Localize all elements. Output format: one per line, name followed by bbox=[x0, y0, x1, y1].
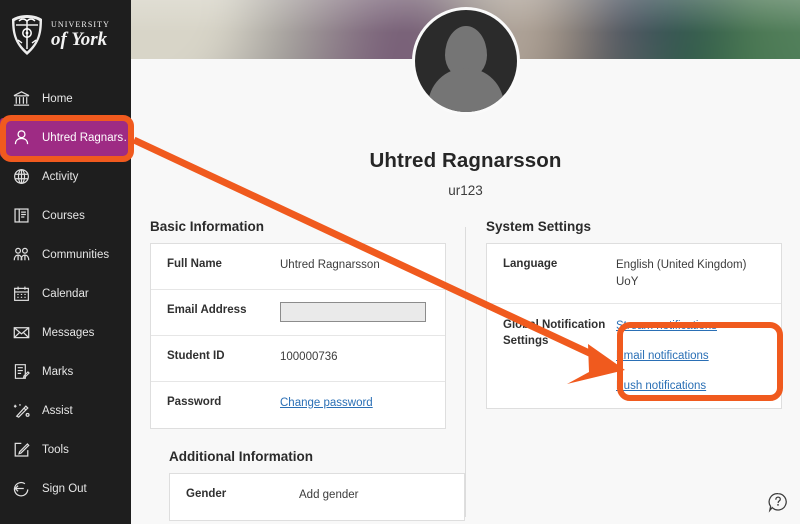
globe-icon bbox=[11, 166, 32, 187]
sidebar-item-label: Sign Out bbox=[42, 482, 87, 495]
row-label: Password bbox=[167, 396, 222, 408]
sidebar-item-label: Activity bbox=[42, 170, 79, 183]
sidebar-item-profile[interactable]: Uhtred Ragnars… bbox=[0, 118, 135, 157]
sidebar-item-label: Messages bbox=[42, 326, 95, 339]
sidebar-item-courses[interactable]: Courses bbox=[0, 196, 131, 235]
additional-information-heading: Additional Information bbox=[169, 449, 313, 464]
sidebar: UNIVERSITY of York Home Uhtred Ragnars… … bbox=[0, 0, 135, 524]
row-value[interactable]: Add gender bbox=[299, 487, 464, 504]
sidebar-item-label: Calendar bbox=[42, 287, 89, 300]
help-button[interactable] bbox=[767, 491, 789, 513]
row-label: Full Name bbox=[167, 258, 222, 270]
basic-information-card: Full Name Uhtred Ragnarsson Email Addres… bbox=[150, 243, 446, 429]
row-value: Uhtred Ragnarsson bbox=[280, 259, 380, 271]
additional-information-section: Additional Information Gender Add gender bbox=[169, 449, 465, 521]
row-label: Global Notification Settings bbox=[503, 319, 606, 347]
table-row: Language English (United Kingdom) UoY bbox=[487, 244, 781, 305]
sidebar-item-label: Uhtred Ragnars… bbox=[42, 131, 135, 144]
sidebar-item-communities[interactable]: Communities bbox=[0, 235, 131, 274]
sidebar-item-label: Communities bbox=[42, 248, 110, 261]
page-root: UNIVERSITY of York Home Uhtred Ragnars… … bbox=[0, 0, 800, 524]
table-row: Email Address bbox=[151, 290, 445, 336]
help-question-bubble-icon bbox=[768, 492, 787, 513]
table-row: Global Notification Settings Stream noti… bbox=[487, 304, 781, 408]
basic-information-column: Basic Information Full Name Uhtred Ragna… bbox=[150, 219, 465, 521]
row-value bbox=[280, 302, 445, 322]
basic-information-heading: Basic Information bbox=[150, 219, 265, 234]
default-avatar-icon bbox=[415, 10, 517, 112]
sidebar-item-label: Courses bbox=[42, 209, 85, 222]
row-value: 100000736 bbox=[280, 351, 338, 363]
page-title: Uhtred Ragnarsson bbox=[369, 149, 562, 172]
sign-out-icon bbox=[11, 478, 32, 499]
system-settings-heading: System Settings bbox=[486, 219, 592, 234]
stream-notifications-link[interactable]: Stream notifications bbox=[616, 318, 771, 335]
row-label: Gender bbox=[186, 488, 227, 500]
sidebar-item-marks[interactable]: Marks bbox=[0, 352, 131, 391]
column-divider bbox=[465, 227, 466, 517]
additional-information-card: Gender Add gender bbox=[169, 473, 465, 521]
system-settings-column: System Settings Language English (United… bbox=[486, 219, 782, 410]
email-notifications-link[interactable]: Email notifications bbox=[616, 348, 771, 365]
person-icon bbox=[11, 127, 32, 148]
sidebar-item-assist[interactable]: Assist bbox=[0, 391, 131, 430]
avatar[interactable] bbox=[411, 7, 520, 115]
edit-square-icon bbox=[11, 439, 32, 460]
row-value: English (United Kingdom) UoY bbox=[616, 259, 747, 288]
sidebar-item-tools[interactable]: Tools bbox=[0, 430, 131, 469]
people-icon bbox=[11, 244, 32, 265]
sidebar-item-label: Home bbox=[42, 92, 73, 105]
brand-logo[interactable]: UNIVERSITY of York bbox=[0, 0, 131, 69]
change-password-link[interactable]: Change password bbox=[280, 397, 373, 409]
table-row: Full Name Uhtred Ragnarsson bbox=[151, 244, 445, 290]
email-field[interactable] bbox=[280, 302, 426, 322]
profile-username: ur123 bbox=[448, 183, 483, 198]
table-row: Gender Add gender bbox=[170, 474, 464, 520]
table-row: Student ID 100000736 bbox=[151, 336, 445, 382]
main-content: Uhtred Ragnarsson ur123 Basic Informatio… bbox=[131, 7, 800, 524]
envelope-icon bbox=[11, 322, 32, 343]
push-notifications-link[interactable]: Push notifications bbox=[616, 378, 771, 395]
sidebar-item-label: Assist bbox=[42, 404, 73, 417]
sidebar-nav: Home Uhtred Ragnars… Activity Courses Co… bbox=[0, 69, 135, 508]
row-label: Language bbox=[503, 258, 558, 270]
sidebar-item-label: Marks bbox=[42, 365, 74, 378]
institution-icon bbox=[11, 88, 32, 109]
sidebar-item-messages[interactable]: Messages bbox=[0, 313, 131, 352]
row-value: Change password bbox=[280, 395, 445, 412]
sidebar-item-calendar[interactable]: Calendar bbox=[0, 274, 131, 313]
brand-line-1: UNIVERSITY bbox=[51, 19, 110, 29]
sidebar-item-sign-out[interactable]: Sign Out bbox=[0, 469, 131, 508]
system-settings-card: Language English (United Kingdom) UoY Gl… bbox=[486, 243, 782, 410]
table-row: Password Change password bbox=[151, 382, 445, 428]
row-label: Email Address bbox=[167, 304, 247, 316]
book-icon bbox=[11, 205, 32, 226]
york-coat-of-arms-icon bbox=[12, 14, 42, 55]
brand-line-2: of York bbox=[51, 28, 108, 50]
sidebar-item-label: Tools bbox=[42, 443, 69, 456]
sidebar-item-activity[interactable]: Activity bbox=[0, 157, 131, 196]
graded-paper-icon bbox=[11, 361, 32, 382]
avatar-body bbox=[427, 68, 504, 112]
notification-links: Stream notifications Email notifications… bbox=[616, 318, 781, 394]
settings-columns: Basic Information Full Name Uhtred Ragna… bbox=[131, 219, 800, 524]
magic-wand-icon bbox=[11, 400, 32, 421]
sidebar-item-home[interactable]: Home bbox=[0, 79, 131, 118]
row-label: Student ID bbox=[167, 350, 225, 362]
calendar-icon bbox=[11, 283, 32, 304]
